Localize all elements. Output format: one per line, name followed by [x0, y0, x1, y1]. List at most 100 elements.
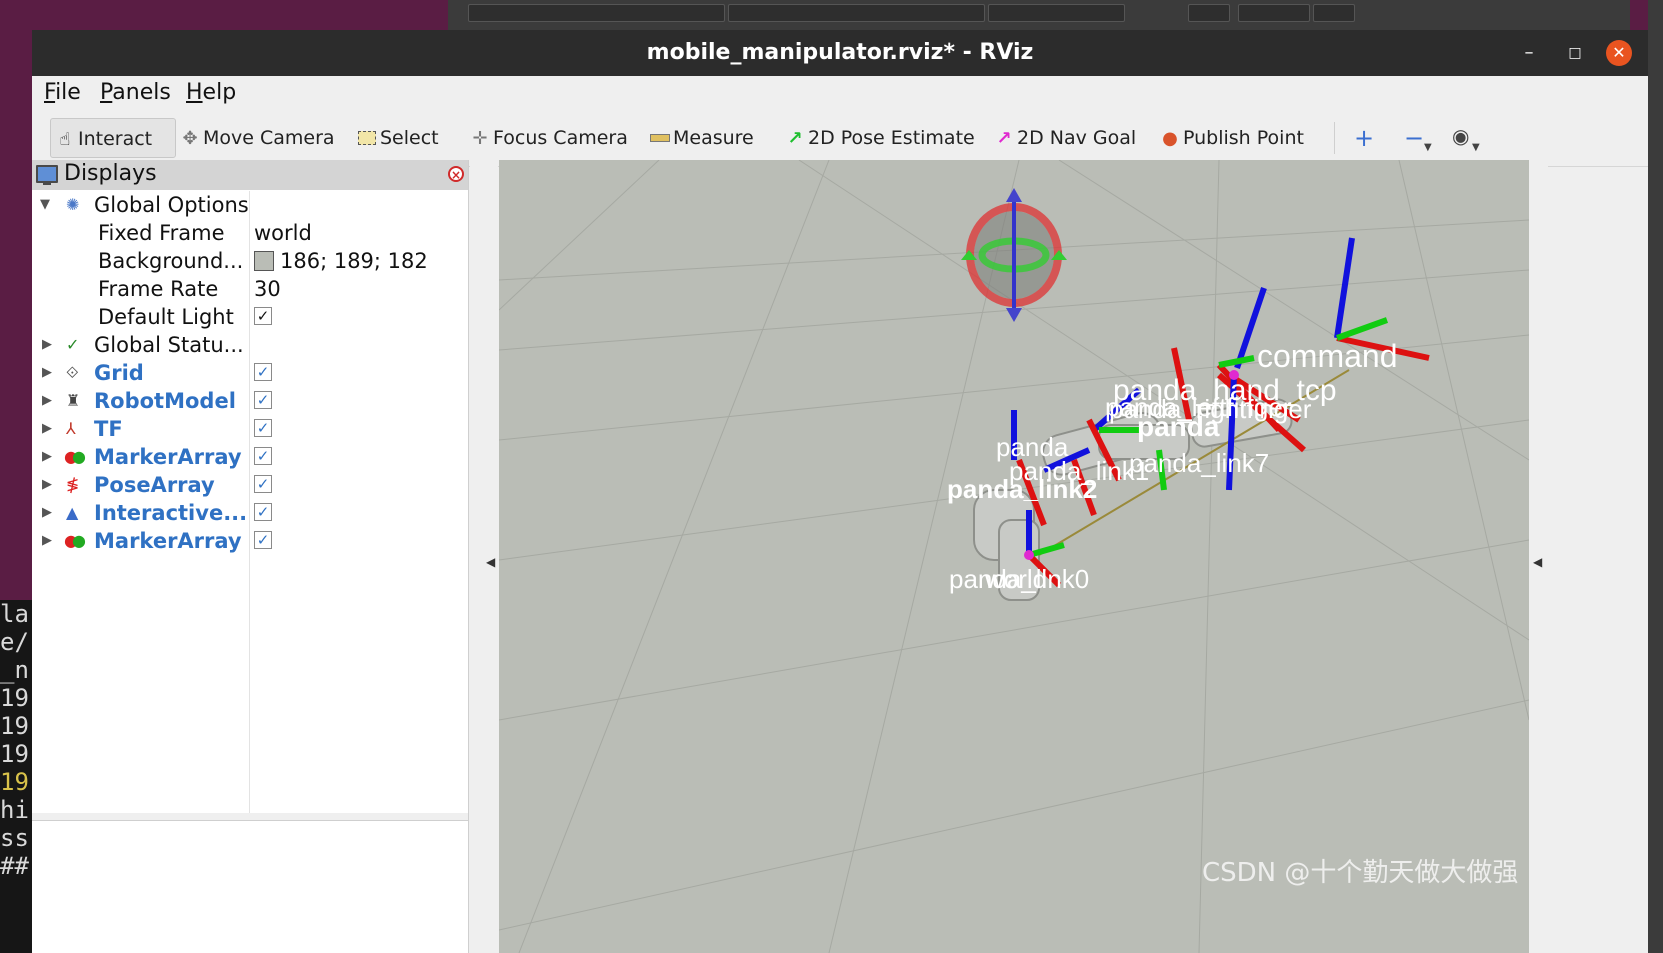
- background-color-text: 186; 189; 182: [280, 249, 428, 273]
- move-camera-tool-button[interactable]: ✥ Move Camera: [180, 118, 334, 158]
- tree-row-background-color[interactable]: Background... 186; 189; 182: [32, 247, 468, 275]
- interactive-markers-checkbox[interactable]: ✓: [254, 503, 272, 521]
- eye-dropdown-icon[interactable]: ▼: [1472, 142, 1480, 153]
- interact-label: Interact: [78, 128, 153, 150]
- display-description-box: [32, 820, 468, 953]
- tree-row-posearray[interactable]: ▶ ≸ PoseArray ✓: [32, 471, 468, 499]
- minus-icon[interactable]: −: [1404, 124, 1424, 152]
- close-window-button[interactable]: ✕: [1606, 40, 1632, 66]
- left-dock-collapse[interactable]: ◀: [470, 160, 498, 953]
- right-dock-collapse[interactable]: ◀: [1529, 160, 1548, 953]
- robotmodel-label: RobotModel: [94, 389, 236, 413]
- menu-panels[interactable]: Panels: [100, 80, 171, 105]
- terminal-line: 19: [0, 684, 29, 712]
- collapse-right-icon[interactable]: ◀: [1533, 555, 1542, 569]
- eye-icon[interactable]: ◉: [1452, 124, 1469, 148]
- move-camera-icon: ✥: [182, 128, 198, 149]
- minimize-button[interactable]: –: [1516, 40, 1542, 66]
- collapse-arrow-icon[interactable]: ▼: [40, 191, 50, 219]
- tree-row-markerarray[interactable]: ▶ ●● MarkerArray ✓: [32, 443, 468, 471]
- pose-estimate-tool-button[interactable]: ↗ 2D Pose Estimate: [785, 118, 974, 158]
- markerarray-label: MarkerArray: [94, 445, 242, 469]
- gear-icon: ✺: [66, 195, 80, 214]
- marker-dots-icon: ●●: [64, 531, 86, 550]
- tree-row-fixed-frame[interactable]: Fixed Frame world: [32, 219, 468, 247]
- frame-label-world: world: [984, 564, 1047, 594]
- tree-row-frame-rate[interactable]: Frame Rate 30: [32, 275, 468, 303]
- fixed-frame-label: Fixed Frame: [98, 221, 225, 245]
- tree-row-markerarray-2[interactable]: ▶ ●● MarkerArray ✓: [32, 527, 468, 555]
- terminal-line: _n: [0, 656, 29, 684]
- expand-arrow-icon[interactable]: ▶: [42, 415, 52, 443]
- select-tool-button[interactable]: Select: [357, 118, 439, 158]
- column-divider[interactable]: [249, 191, 250, 813]
- 3d-scene[interactable]: command panda_hand_tcp panda_leftfinger …: [499, 160, 1529, 953]
- watermark: CSDN @十个勤天做大做强: [1202, 858, 1519, 888]
- expand-arrow-icon[interactable]: ▶: [42, 387, 52, 415]
- displays-header: Displays ×: [32, 160, 468, 190]
- posearray-checkbox[interactable]: ✓: [254, 475, 272, 493]
- tf-checkbox[interactable]: ✓: [254, 419, 272, 437]
- default-light-checkbox[interactable]: ✓: [254, 307, 272, 325]
- focus-camera-tool-button[interactable]: ✛ Focus Camera: [470, 118, 627, 158]
- markerarray-checkbox[interactable]: ✓: [254, 447, 272, 465]
- background-window: [448, 0, 1630, 31]
- publish-point-tool-button[interactable]: ● Publish Point: [1160, 118, 1304, 158]
- grid-checkbox[interactable]: ✓: [254, 363, 272, 381]
- interactive-marker-icon: ▲: [66, 503, 79, 522]
- tree-row-global-options[interactable]: ▼ ✺ Global Options: [32, 191, 468, 219]
- tree-row-robotmodel[interactable]: ▶ ♜ RobotModel ✓: [32, 387, 468, 415]
- 3d-viewport[interactable]: command panda_hand_tcp panda_leftfinger …: [499, 160, 1529, 953]
- collapse-left-icon[interactable]: ◀: [486, 555, 495, 569]
- robotmodel-checkbox[interactable]: ✓: [254, 391, 272, 409]
- select-label: Select: [380, 127, 439, 149]
- plus-icon[interactable]: +: [1354, 124, 1374, 152]
- nav-goal-tool-button[interactable]: ↗ 2D Nav Goal: [994, 118, 1136, 158]
- interact-tool-button[interactable]: ☝ Interact: [50, 118, 176, 158]
- maximize-button[interactable]: □: [1562, 40, 1588, 66]
- tree-row-interactive-markers[interactable]: ▶ ▲ Interactive... ✓: [32, 499, 468, 527]
- menu-help-mnemonic: H: [186, 80, 203, 105]
- tree-row-default-light[interactable]: Default Light ✓: [32, 303, 468, 331]
- expand-arrow-icon[interactable]: ▶: [42, 443, 52, 471]
- displays-panel: Displays × ▼ ✺ Global Options Fixed Fram…: [32, 160, 469, 953]
- frame-label-link7: panda_link7: [1129, 448, 1269, 478]
- markerarray-2-label: MarkerArray: [94, 529, 242, 553]
- menu-bar: File Panels Help: [32, 76, 1648, 110]
- rviz-window: mobile_manipulator.rviz* - RViz – □ ✕ Fi…: [32, 30, 1648, 953]
- expand-arrow-icon[interactable]: ▶: [42, 499, 52, 527]
- menu-file-mnemonic: F: [44, 80, 56, 105]
- terminal-line: ss: [0, 824, 29, 852]
- minus-dropdown-icon[interactable]: ▼: [1424, 142, 1432, 153]
- expand-arrow-icon[interactable]: ▶: [42, 527, 52, 555]
- tree-row-global-status[interactable]: ▶ ✓ Global Statu...: [32, 331, 468, 359]
- axes-icon: ⅄: [66, 419, 76, 438]
- expand-arrow-icon[interactable]: ▶: [42, 359, 52, 387]
- fixed-frame-value[interactable]: world: [254, 219, 312, 247]
- title-bar[interactable]: mobile_manipulator.rviz* - RViz – □ ✕: [32, 30, 1648, 76]
- tree-row-tf[interactable]: ▶ ⅄ TF ✓: [32, 415, 468, 443]
- magenta-arrow-icon: ↗: [996, 128, 1012, 149]
- background-edge: [1648, 0, 1663, 953]
- tree-row-grid[interactable]: ▶ ⟐ Grid ✓: [32, 359, 468, 387]
- menu-help[interactable]: Help: [186, 80, 236, 105]
- select-icon: [357, 119, 377, 159]
- menu-file[interactable]: File: [44, 80, 81, 105]
- menu-file-label: ile: [55, 80, 81, 105]
- frame-rate-value[interactable]: 30: [254, 275, 281, 303]
- hand-icon: ☝: [59, 129, 71, 150]
- frame-label-panda-a: panda: [1137, 411, 1220, 442]
- markerarray-2-checkbox[interactable]: ✓: [254, 531, 272, 549]
- splitter-handle[interactable]: [32, 813, 468, 820]
- background-color-value[interactable]: 186; 189; 182: [254, 247, 428, 275]
- terminal-line: e/: [0, 628, 29, 656]
- expand-arrow-icon[interactable]: ▶: [42, 471, 52, 499]
- displays-tree: ▼ ✺ Global Options Fixed Frame world Bac…: [32, 191, 468, 813]
- displays-title: Displays: [64, 161, 157, 186]
- expand-arrow-icon[interactable]: ▶: [42, 331, 52, 359]
- grid-icon: ⟐: [66, 363, 79, 382]
- panel-close-icon[interactable]: ×: [448, 166, 464, 182]
- window-title: mobile_manipulator.rviz* - RViz: [646, 40, 1034, 65]
- posearray-label: PoseArray: [94, 473, 215, 497]
- measure-tool-button[interactable]: Measure: [650, 118, 754, 158]
